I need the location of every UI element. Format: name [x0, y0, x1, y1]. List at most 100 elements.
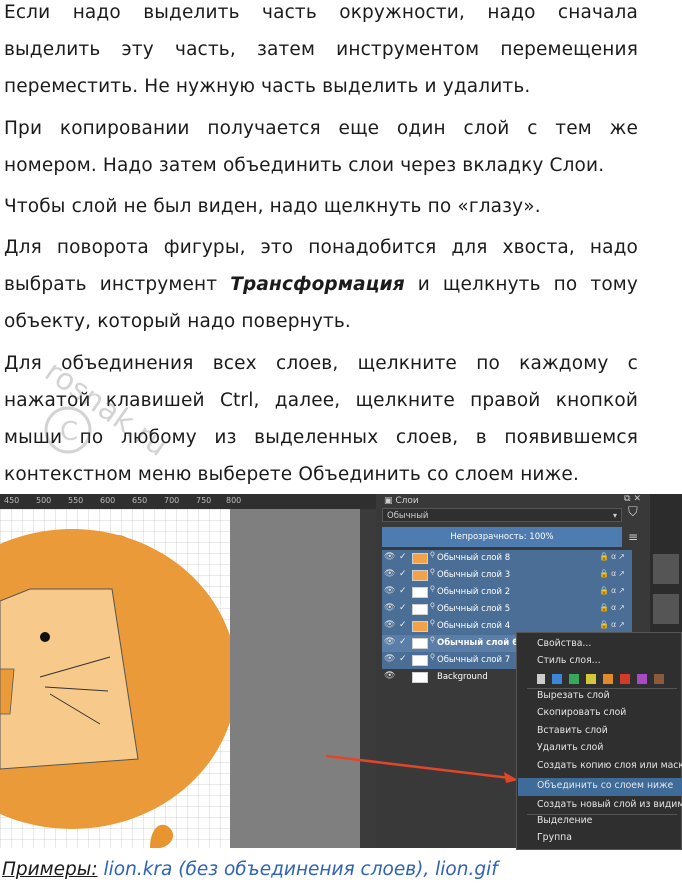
link-icon: ǫ	[430, 583, 435, 592]
blend-mode-value: Обычный	[387, 511, 429, 521]
menu-item-group[interactable]: Группа	[537, 832, 572, 843]
lock-icon[interactable]: 🔒α↗	[599, 552, 627, 561]
menu-item-duplicate-layer[interactable]: Создать копию слоя или маски	[537, 760, 682, 771]
layer-row[interactable]: 👁 ✓ ǫ Обычный слой 5 🔒α↗	[382, 600, 632, 618]
layer-name: Обычный слой 5	[437, 604, 511, 614]
layer-name: Обычный слой 8	[437, 553, 511, 563]
color-swatch[interactable]	[551, 673, 562, 684]
checkmark-icon[interactable]: ✓	[399, 569, 409, 579]
eye-icon[interactable]: 👁	[384, 552, 396, 564]
paragraph-merge-layers: Для объединения всех слоев, щелкните по …	[4, 353, 638, 485]
link-icon: ǫ	[430, 634, 435, 643]
menu-item-merge-down[interactable]: Объединить со слоем ниже	[537, 780, 673, 791]
link-icon: ǫ	[430, 617, 435, 626]
layer-name: Обычный слой 4	[437, 621, 511, 631]
layer-thumbnail	[412, 587, 428, 598]
paragraph-selection: Если надо выделить часть окружности, над…	[4, 2, 638, 97]
checkmark-icon[interactable]: ✓	[399, 552, 409, 562]
ruler-tick: 650	[132, 496, 148, 505]
opacity-slider[interactable]: Непрозрачность: 100%	[382, 527, 622, 547]
examples-links[interactable]: lion.kra (без объединения слоев), lion.g…	[98, 859, 497, 880]
layers-panel-title-text: Слои	[395, 496, 419, 506]
layer-row[interactable]: 👁 ✓ ǫ Обычный слой 8 🔒α↗	[382, 549, 632, 567]
link-icon: ǫ	[430, 600, 435, 609]
layer-name: Обычный слой 6	[437, 638, 519, 648]
ruler-tick: 800	[226, 496, 242, 505]
lion-drawing[interactable]	[0, 509, 230, 848]
hamburger-menu-icon[interactable]: ≡	[628, 530, 638, 544]
link-icon: ǫ	[430, 566, 435, 575]
eye-icon[interactable]: 👁	[384, 654, 396, 666]
checkmark-icon[interactable]: ✓	[399, 637, 409, 647]
eye-icon[interactable]: 👁	[384, 620, 396, 632]
paragraph-rotate: Для поворота фигуры, это понадобится для…	[4, 229, 638, 340]
ruler-tick: 600	[100, 496, 116, 505]
lock-icon[interactable]: 🔒α↗	[599, 620, 627, 629]
layer-thumbnail	[412, 604, 428, 615]
menu-item-copy-layer[interactable]: Скопировать слой	[537, 707, 626, 718]
paragraph-copy-layer: При копировании получается еще один слой…	[4, 118, 638, 176]
color-swatch[interactable]	[602, 673, 613, 684]
examples-label: Примеры:	[2, 859, 98, 880]
context-menu: Свойства... Стиль слоя... Вырезать слой …	[516, 632, 682, 850]
lock-icon[interactable]: 🔒α↗	[599, 586, 627, 595]
ruler-tick: 750	[196, 496, 212, 505]
menu-separator	[527, 688, 677, 689]
ruler-tick: 550	[68, 496, 84, 505]
eye-icon[interactable]: 👁	[384, 569, 396, 581]
transform-tool-name: Трансформация	[230, 274, 405, 295]
checkmark-icon[interactable]: ✓	[399, 586, 409, 596]
checkmark-icon[interactable]: ✓	[399, 603, 409, 613]
menu-item-new-from-visible[interactable]: Создать новый слой из видимого	[537, 799, 682, 810]
blend-mode-select[interactable]: Обычный ▾	[382, 508, 622, 522]
layer-thumbnail	[412, 570, 428, 581]
menu-item-paste-layer[interactable]: Вставить слой	[537, 725, 608, 736]
ruler-tick: 700	[164, 496, 180, 505]
layer-name: Обычный слой 7	[437, 655, 511, 665]
layers-panel-title: ▣ Слои	[384, 496, 419, 506]
menu-item-selection[interactable]: Выделение	[537, 815, 592, 826]
vertical-scrollbar[interactable]	[360, 509, 380, 848]
layer-thumbnail	[412, 655, 428, 666]
lock-icon[interactable]: 🔒α↗	[599, 569, 627, 578]
ruler-tick: 500	[36, 496, 52, 505]
ruler-tick: 450	[4, 496, 20, 505]
layer-thumbnail	[412, 638, 428, 649]
layer-row[interactable]: 👁 ✓ ǫ Обычный слой 2 🔒α↗	[382, 583, 632, 601]
menu-item-cut-layer[interactable]: Вырезать слой	[537, 690, 610, 701]
checkmark-icon[interactable]: ✓	[399, 620, 409, 630]
canvas-area: 450 500 550 600 650 700 750 800	[0, 494, 380, 848]
layer-name: Обычный слой 2	[437, 587, 511, 597]
eye-icon[interactable]: 👁	[384, 671, 396, 683]
docker-thumbnail[interactable]	[653, 554, 679, 584]
eye-icon[interactable]: 👁	[384, 603, 396, 615]
chevron-down-icon: ▾	[612, 511, 617, 520]
layer-thumbnail	[412, 553, 428, 564]
eye-icon[interactable]: 👁	[384, 586, 396, 598]
menu-item-layer-style[interactable]: Стиль слоя...	[537, 655, 601, 666]
link-icon: ǫ	[430, 651, 435, 660]
examples-line: Примеры: lion.kra (без объединения слоев…	[2, 859, 498, 880]
docker-thumbnail[interactable]	[653, 594, 679, 624]
layer-name: Обычный слой 3	[437, 570, 511, 580]
checkmark-icon[interactable]: ✓	[399, 654, 409, 664]
color-swatch[interactable]	[653, 673, 664, 684]
menu-item-properties[interactable]: Свойства...	[537, 638, 591, 649]
menu-item-delete-layer[interactable]: Удалить слой	[537, 742, 603, 753]
layer-name: Background	[437, 672, 488, 682]
layer-thumbnail	[412, 672, 428, 683]
layer-row[interactable]: 👁 ✓ ǫ Обычный слой 3 🔒α↗	[382, 566, 632, 584]
color-swatch[interactable]	[568, 673, 579, 684]
lock-icon[interactable]: 🔒α↗	[599, 603, 627, 612]
filter-icon[interactable]: ⛉	[628, 505, 644, 521]
color-label-swatches[interactable]	[537, 673, 668, 684]
eye-icon[interactable]: 👁	[384, 637, 396, 649]
color-swatch[interactable]	[585, 673, 596, 684]
canvas-margin	[230, 509, 360, 848]
link-icon: ǫ	[430, 549, 435, 558]
no-color-swatch[interactable]	[537, 673, 545, 684]
color-swatch[interactable]	[636, 673, 647, 684]
color-swatch[interactable]	[619, 673, 630, 684]
horizontal-ruler: 450 500 550 600 650 700 750 800	[0, 494, 376, 510]
panel-window-buttons[interactable]: ⧉✕	[624, 494, 644, 504]
